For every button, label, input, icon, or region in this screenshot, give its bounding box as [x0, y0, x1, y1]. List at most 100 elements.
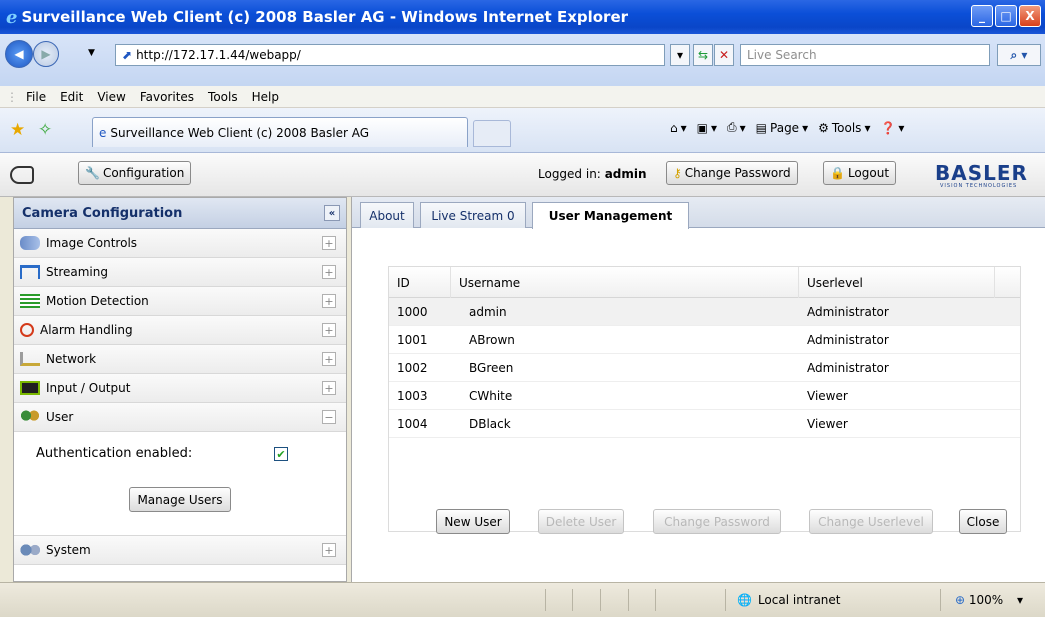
feeds-button[interactable]: ▣ ▾ — [697, 121, 717, 135]
add-favorite-icon[interactable]: ✧ — [38, 120, 52, 140]
cell-userlevel: Administrator — [807, 305, 889, 319]
cell-userlevel: Viewer — [807, 417, 848, 431]
search-icon[interactable]: ⌕ ▾ — [997, 44, 1041, 66]
sidebar-item-streaming[interactable]: Streaming + — [14, 258, 346, 287]
expand-icon[interactable]: + — [322, 352, 336, 366]
status-divider — [940, 589, 941, 611]
sidebar-item-motion-detection[interactable]: Motion Detection + — [14, 287, 346, 316]
home-button[interactable]: ⌂ ▾ — [670, 121, 687, 135]
zoom-control[interactable]: ⊕ 100% ▾ — [955, 593, 1023, 607]
collapse-icon[interactable]: − — [322, 410, 336, 424]
authentication-label: Authentication enabled: — [36, 446, 193, 461]
collapse-sidebar-button[interactable]: « — [324, 205, 340, 221]
alarm-icon — [20, 323, 34, 337]
page-menu-button[interactable]: ▤ Page ▾ — [756, 121, 808, 135]
close-window-button[interactable]: X — [1019, 5, 1041, 27]
expand-icon[interactable]: + — [322, 323, 336, 337]
expand-icon[interactable]: + — [322, 294, 336, 308]
expand-icon[interactable]: + — [322, 236, 336, 250]
url-input[interactable]: ⬈ http://172.17.1.44/webapp/ — [115, 44, 665, 66]
users-icon — [20, 410, 40, 424]
zoom-level: 100% — [968, 593, 1004, 607]
sidebar-item-image-controls[interactable]: Image Controls + — [14, 229, 346, 258]
sidebar-item-network[interactable]: Network + — [14, 345, 346, 374]
print-button[interactable]: ⎙ ▾ — [727, 120, 746, 135]
tab-about[interactable]: About — [360, 202, 414, 228]
expand-icon[interactable]: + — [322, 265, 336, 279]
cell-userlevel: Administrator — [807, 333, 889, 347]
camera-icon — [10, 166, 34, 184]
table-row[interactable]: 1001 ABrown Administrator — [389, 326, 1020, 354]
tools-menu-button[interactable]: ⚙ Tools ▾ — [818, 121, 870, 135]
stop-icon[interactable]: ✕ — [714, 44, 734, 66]
maximize-button[interactable]: □ — [995, 5, 1017, 27]
configuration-button[interactable]: 🔧 Configuration — [78, 161, 192, 185]
logout-button[interactable]: 🔒 Logout — [823, 161, 897, 185]
cell-userlevel: Viewer — [807, 389, 848, 403]
minimize-button[interactable]: _ — [971, 5, 993, 27]
zoom-dropdown-icon: ▾ — [1017, 593, 1024, 607]
table-row[interactable]: 1004 DBlack Viewer — [389, 410, 1020, 438]
menu-edit[interactable]: Edit — [60, 90, 83, 104]
io-icon — [20, 381, 40, 395]
authentication-checkbox[interactable]: ✔ — [274, 447, 288, 461]
key-icon: ⚷ — [673, 166, 682, 180]
sidebar-item-input-output[interactable]: Input / Output + — [14, 374, 346, 403]
help-icon: ❓ — [880, 120, 896, 135]
browser-tab[interactable]: e Surveillance Web Client (c) 2008 Basle… — [92, 117, 468, 147]
sidebar-item-label: System — [46, 543, 91, 557]
column-header-id[interactable]: ID — [389, 267, 451, 298]
address-toolbar: ◀ ▶ ▼ ⬈ http://172.17.1.44/webapp/ ▾ ⇆ ✕… — [0, 34, 1045, 86]
logout-label: Logout — [847, 166, 890, 180]
forward-button[interactable]: ▶ — [33, 41, 59, 67]
window-titlebar[interactable]: e Surveillance Web Client (c) 2008 Basle… — [0, 0, 1045, 34]
menu-tools[interactable]: Tools — [208, 90, 238, 104]
back-button[interactable]: ◀ — [5, 40, 33, 68]
sidebar-item-system[interactable]: System + — [14, 536, 346, 565]
status-divider — [600, 589, 601, 611]
search-placeholder: Live Search — [747, 48, 817, 62]
menu-favorites[interactable]: Favorites — [140, 90, 194, 104]
change-password-user-button[interactable]: Change Password — [653, 509, 781, 534]
column-header-username[interactable]: Username — [451, 267, 799, 298]
tab-live-stream-0[interactable]: Live Stream 0 — [420, 202, 526, 228]
menu-bar: ⋮ File Edit View Favorites Tools Help — [0, 86, 1045, 108]
table-row[interactable]: 1000 admin Administrator — [389, 298, 1020, 326]
menu-file[interactable]: File — [26, 90, 46, 104]
cell-id: 1001 — [397, 333, 428, 347]
gear-icon: ⚙ — [818, 120, 829, 135]
manage-users-button[interactable]: Manage Users — [129, 487, 231, 512]
tab-user-management[interactable]: User Management — [532, 202, 689, 229]
delete-user-button[interactable]: Delete User — [538, 509, 624, 534]
close-button[interactable]: Close — [959, 509, 1007, 534]
help-button[interactable]: ❓ ▾ — [880, 121, 904, 135]
menu-view[interactable]: View — [97, 90, 125, 104]
logged-in-status: Logged in: admin — [538, 167, 647, 181]
sidebar-item-alarm-handling[interactable]: Alarm Handling + — [14, 316, 346, 345]
expand-icon[interactable]: + — [322, 543, 336, 557]
sidebar-item-user[interactable]: User − — [14, 403, 346, 432]
browser-tab-title: Surveillance Web Client (c) 2008 Basler … — [110, 125, 370, 140]
security-zone[interactable]: 🌐 Local intranet — [737, 593, 841, 607]
new-user-button[interactable]: New User — [436, 509, 510, 534]
favorites-star-icon[interactable]: ★ — [10, 120, 25, 140]
menu-help[interactable]: Help — [252, 90, 279, 104]
column-header-userlevel[interactable]: Userlevel — [799, 267, 995, 298]
status-divider — [628, 589, 629, 611]
history-dropdown-icon[interactable]: ▼ — [88, 48, 95, 58]
cell-id: 1003 — [397, 389, 428, 403]
change-password-button[interactable]: ⚷ Change Password — [666, 161, 798, 185]
toolbar-grip-icon: ⋮ — [6, 89, 18, 104]
search-input[interactable]: Live Search — [740, 44, 990, 66]
cell-username: admin — [469, 305, 507, 319]
change-userlevel-button[interactable]: Change Userlevel — [809, 509, 933, 534]
sidebar-item-label: Network — [46, 352, 97, 366]
expand-icon[interactable]: + — [322, 381, 336, 395]
url-dropdown-icon[interactable]: ▾ — [670, 44, 690, 66]
change-password-label: Change Password — [684, 166, 791, 180]
new-tab-button[interactable] — [473, 120, 511, 147]
table-row[interactable]: 1003 CWhite Viewer — [389, 382, 1020, 410]
table-row[interactable]: 1002 BGreen Administrator — [389, 354, 1020, 382]
page-label: Page — [770, 120, 800, 135]
refresh-icon[interactable]: ⇆ — [693, 44, 713, 66]
